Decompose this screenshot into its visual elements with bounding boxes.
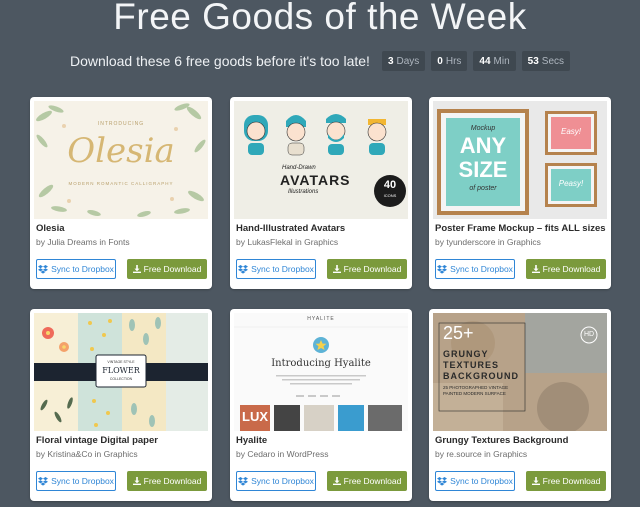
product-title[interactable]: Olesia [36, 223, 208, 234]
thumb-small-caption-2: Peasy! [558, 179, 584, 188]
free-download-button[interactable]: Free Download [327, 471, 407, 491]
download-icon [531, 265, 540, 273]
download-icon [132, 265, 141, 273]
category-link[interactable]: Graphics [304, 237, 338, 247]
avatars-preview-image [244, 114, 406, 207]
thumb-caption-top: Mockup [470, 125, 496, 132]
author-link[interactable]: re.source [446, 449, 481, 459]
download-icon [332, 265, 341, 273]
product-card[interactable]: 25+ GRUNGY TEXTURES BACKGROUND 25 PHOTOG… [429, 309, 611, 501]
product-card[interactable]: INTRODUCING Olesia MODERN ROMANTIC CALLI… [30, 97, 212, 289]
thumb-headline-2: SIZE [458, 157, 508, 182]
category-link[interactable]: Graphics [104, 449, 138, 459]
thumb-caption-top: VINTAGE STYLE [107, 360, 135, 364]
free-download-button[interactable]: Free Download [127, 259, 207, 279]
dropbox-icon [238, 264, 249, 274]
product-card[interactable]: Mockup ANY SIZE of poster Easy! Peasy! P… [429, 97, 611, 289]
sync-to-dropbox-button[interactable]: Sync to Dropbox [36, 471, 116, 491]
product-byline: by Kristina&Co in Graphics [36, 449, 138, 459]
author-link[interactable]: tyunderscore [446, 237, 495, 247]
thumb-headline: GRUNGY [443, 349, 489, 359]
category-link[interactable]: WordPress [287, 449, 329, 459]
product-thumbnail[interactable]: INTRODUCING Olesia MODERN ROMANTIC CALLI… [34, 101, 208, 219]
thumb-headline: Introducing Hyalite [271, 358, 371, 369]
product-title[interactable]: Hyalite [236, 435, 408, 446]
product-byline: by Julia Dreams in Fonts [36, 237, 130, 247]
product-title[interactable]: Floral vintage Digital paper [36, 435, 208, 446]
free-download-button[interactable]: Free Download [526, 471, 606, 491]
thumb-caption-top: Hand-Drawn [282, 165, 316, 171]
product-byline: by tyunderscore in Graphics [435, 237, 541, 247]
thumb-caption-bottom: MODERN ROMANTIC CALLIGRAPHY [68, 181, 174, 186]
author-link[interactable]: Kristina&Co [47, 449, 92, 459]
sync-to-dropbox-button[interactable]: Sync to Dropbox [435, 471, 515, 491]
category-link[interactable]: Graphics [507, 237, 541, 247]
thumb-caption-bottom: 25 PHOTOGRAPHED VINTAGE PAINTED MODERN S… [443, 385, 509, 396]
thumb-caption-top: HYALITE [307, 316, 335, 322]
dropbox-icon [38, 264, 49, 274]
product-title[interactable]: Poster Frame Mockup – fits ALL sizes [435, 223, 607, 234]
category-link[interactable]: Graphics [493, 449, 527, 459]
sync-to-dropbox-button[interactable]: Sync to Dropbox [36, 259, 116, 279]
sync-to-dropbox-button[interactable]: Sync to Dropbox [236, 259, 316, 279]
product-byline: by re.source in Graphics [435, 449, 528, 459]
dropbox-icon [38, 476, 49, 486]
author-link[interactable]: LukasFlekal [247, 237, 292, 247]
product-title[interactable]: Hand-Illustrated Avatars [236, 223, 408, 234]
icon-count-label: ICONS [383, 193, 397, 198]
thumb-headline: ANY [459, 133, 507, 158]
thumb-caption-bottom: COLLECTION [109, 377, 133, 381]
download-icon [531, 477, 540, 485]
thumb-caption-top: 25+ [443, 323, 474, 343]
product-title[interactable]: Grungy Textures Background [435, 435, 607, 446]
page-title: Free Goods of the Week [113, 0, 527, 37]
download-icon [132, 477, 141, 485]
product-card[interactable]: Hand-Drawn AVATARS Illustrations 40 ICON… [230, 97, 412, 289]
countdown-hours: 0 Hrs [431, 51, 468, 71]
countdown-days: 3 Days [381, 51, 426, 71]
thumb-headline-2: TEXTURES [443, 360, 500, 370]
category-link[interactable]: Fonts [108, 237, 129, 247]
product-thumbnail[interactable]: Hand-Drawn AVATARS Illustrations 40 ICON… [234, 101, 408, 219]
hd-badge: HD [583, 331, 595, 338]
sync-to-dropbox-button[interactable]: Sync to Dropbox [236, 471, 316, 491]
download-icon [332, 477, 341, 485]
product-thumbnail[interactable]: VINTAGE STYLE FLOWER COLLECTION [34, 313, 208, 431]
product-thumbnail[interactable]: HYALITE Introducing Hyalite LUX [234, 313, 408, 431]
free-download-button[interactable]: Free Download [127, 471, 207, 491]
product-byline: by LukasFlekal in Graphics [236, 237, 339, 247]
free-download-button[interactable]: Free Download [526, 259, 606, 279]
product-thumbnail[interactable]: Mockup ANY SIZE of poster Easy! Peasy! [433, 101, 607, 219]
thumb-caption-bottom: of poster [469, 185, 497, 192]
countdown-minutes: 44 Min [473, 51, 516, 71]
thumb-headline: Olesia [67, 131, 175, 171]
thumb-small-caption-1: Easy! [560, 127, 581, 136]
thumb-caption-bottom: Illustrations [288, 189, 319, 195]
product-byline: by Cedaro in WordPress [236, 449, 329, 459]
dropbox-icon [437, 476, 448, 486]
dropbox-icon [238, 476, 249, 486]
product-card[interactable]: VINTAGE STYLE FLOWER COLLECTION Floral v… [30, 309, 212, 501]
product-card[interactable]: HYALITE Introducing Hyalite LUX Hyalite … [230, 309, 412, 501]
thumb-headline: AVATARS [280, 172, 351, 188]
free-download-button[interactable]: Free Download [327, 259, 407, 279]
thumb-caption-top: INTRODUCING [97, 121, 145, 127]
icon-count-badge: 40 [383, 179, 397, 191]
subtitle: Download these 6 free goods before it's … [69, 53, 370, 69]
thumb-headline-3: BACKGROUND [443, 371, 519, 381]
thumb-headline: FLOWER [102, 366, 140, 375]
subtitle-row: Download these 6 free goods before it's … [0, 51, 640, 71]
dropbox-icon [437, 264, 448, 274]
author-link[interactable]: Julia Dreams [47, 237, 97, 247]
sync-to-dropbox-button[interactable]: Sync to Dropbox [435, 259, 515, 279]
author-link[interactable]: Cedaro [247, 449, 275, 459]
thumb-tile-text: LUX [242, 409, 268, 424]
product-thumbnail[interactable]: 25+ GRUNGY TEXTURES BACKGROUND 25 PHOTOG… [433, 313, 607, 431]
countdown-seconds: 53 Secs [521, 51, 571, 71]
